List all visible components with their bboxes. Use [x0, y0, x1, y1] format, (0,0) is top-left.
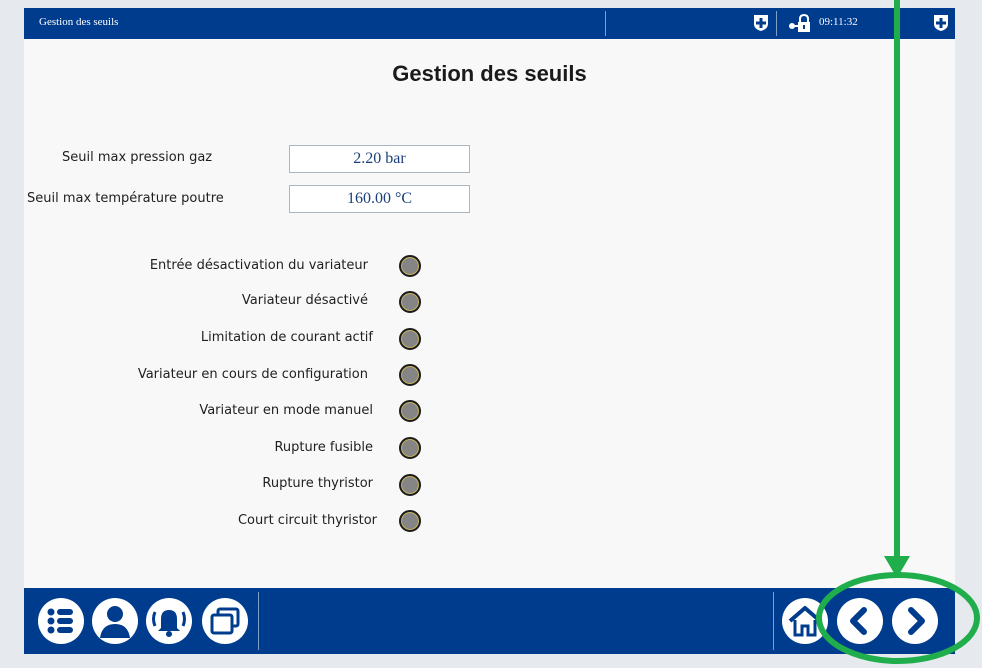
annotation-overlay [816, 0, 980, 664]
annotation-ellipse [816, 572, 980, 664]
